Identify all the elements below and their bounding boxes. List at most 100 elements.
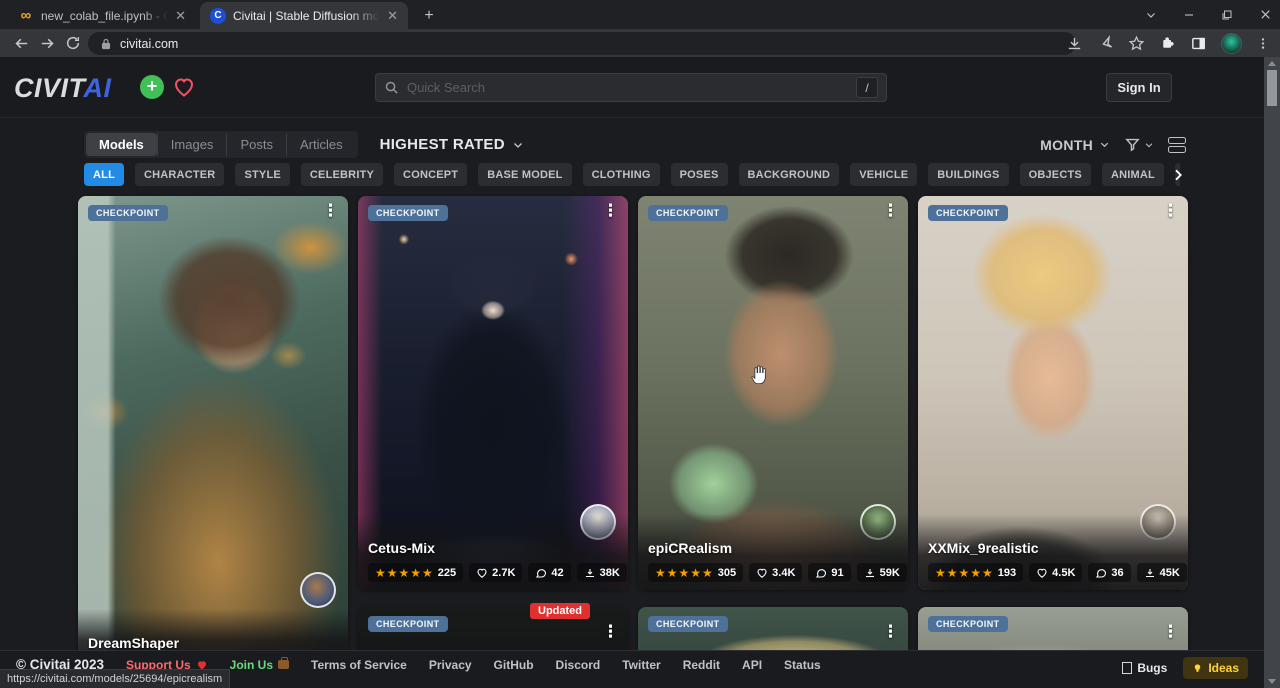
card-menu-icon[interactable]: ⋮ [882, 623, 899, 640]
address-bar[interactable]: civitai.com [88, 32, 1076, 55]
model-card-dreamshaper[interactable]: CHECKPOINT ⋮ DreamShaper [78, 196, 348, 666]
category-chip[interactable]: CHARACTER [135, 163, 224, 186]
forward-button[interactable] [34, 35, 60, 52]
category-chip[interactable]: BUILDINGS [928, 163, 1008, 186]
layout-toggle-icon[interactable] [1168, 137, 1186, 153]
comments-count: 42 [551, 567, 563, 579]
model-title: Cetus-Mix [368, 540, 618, 556]
tab-posts[interactable]: Posts [226, 133, 286, 156]
civitai-logo[interactable]: CIVITAI [14, 73, 112, 104]
footer-link-api[interactable]: API [742, 658, 762, 672]
sort-dropdown[interactable]: HIGHEST RATED [380, 136, 524, 153]
card-overlay: XXMix_9realistic ★★★★★ 193 4.5K 36 [918, 514, 1188, 590]
footer-link-terms[interactable]: Terms of Service [311, 658, 407, 672]
model-title: XXMix_9realistic [928, 540, 1178, 556]
model-card-epicrealism[interactable]: CHECKPOINT ⋮ epiCRealism ★★★★★ 305 3.4K … [638, 196, 908, 590]
window-maximize-button[interactable] [1221, 9, 1233, 21]
sign-in-button[interactable]: Sign In [1106, 73, 1172, 102]
period-dropdown[interactable]: MONTH [1040, 137, 1110, 153]
tab-articles[interactable]: Articles [286, 133, 356, 156]
ideas-button[interactable]: Ideas [1183, 657, 1248, 679]
footer-link-discord[interactable]: Discord [556, 658, 601, 672]
new-tab-button[interactable]: + [420, 7, 438, 25]
rating-count: 305 [718, 567, 736, 579]
card-menu-icon[interactable]: ⋮ [882, 202, 899, 219]
extensions-puzzle-icon[interactable] [1159, 35, 1176, 52]
footer-link-reddit[interactable]: Reddit [683, 658, 720, 672]
scrollbar-up-arrow[interactable] [1268, 61, 1276, 66]
model-title: epiCRealism [648, 540, 898, 556]
search-input[interactable] [407, 80, 856, 95]
window-minimize-button[interactable] [1183, 9, 1195, 21]
card-menu-icon[interactable]: ⋮ [602, 623, 619, 640]
quick-search-box[interactable]: / [375, 73, 887, 102]
comments-count: 91 [831, 567, 843, 579]
browser-profile-avatar[interactable] [1221, 33, 1242, 54]
lightbulb-icon [1192, 662, 1203, 675]
model-card-cetus-mix[interactable]: CHECKPOINT ⋮ Cetus-Mix ★★★★★ 225 2.7K 42 [358, 196, 628, 590]
comments-count: 36 [1111, 567, 1123, 579]
model-card-xxmix[interactable]: CHECKPOINT ⋮ XXMix_9realistic ★★★★★ 193 … [918, 196, 1188, 590]
category-chip[interactable]: BASE MODEL [478, 163, 571, 186]
share-icon[interactable] [1097, 35, 1114, 52]
card-menu-icon[interactable]: ⋮ [1162, 623, 1179, 640]
footer-link-github[interactable]: GitHub [494, 658, 534, 672]
rating-count: 225 [438, 567, 456, 579]
side-panel-icon[interactable] [1190, 35, 1207, 52]
colab-favicon-icon: ∞ [18, 8, 34, 24]
category-chip[interactable]: ANIMAL [1102, 163, 1164, 186]
footer-link-privacy[interactable]: Privacy [429, 658, 472, 672]
category-chip[interactable]: POSES [671, 163, 728, 186]
browser-menu-kebab-icon[interactable] [1256, 36, 1270, 51]
scrollbar-thumb[interactable] [1267, 70, 1277, 106]
downloads-count: 59K [880, 567, 900, 579]
card-menu-icon[interactable]: ⋮ [1162, 202, 1179, 219]
chips-scroll-right-icon[interactable] [1168, 165, 1188, 185]
card-stats-row: ★★★★★ 305 3.4K 91 59K [648, 563, 898, 582]
likes-count: 2.7K [492, 567, 515, 579]
tab-title: new_colab_file.ipynb - Colaborat [41, 9, 168, 23]
browser-tab-civitai[interactable]: C Civitai | Stable Diffusion models, ✕ [200, 2, 408, 29]
likes-pill: 3.4K [749, 563, 802, 582]
creator-avatar[interactable] [300, 572, 336, 608]
reload-button[interactable] [60, 35, 86, 51]
tab-models[interactable]: Models [86, 133, 157, 156]
page-scrollbar[interactable] [1264, 57, 1280, 688]
footer-link-twitter[interactable]: Twitter [622, 658, 660, 672]
bookmark-star-icon[interactable] [1128, 35, 1145, 52]
filter-dropdown[interactable] [1124, 136, 1154, 153]
footer-link-join-us[interactable]: Join Us [230, 658, 289, 672]
bugs-link[interactable]: Bugs [1122, 661, 1167, 675]
card-menu-icon[interactable]: ⋮ [322, 202, 339, 219]
downloads-pill: 59K [857, 563, 907, 582]
tab-images[interactable]: Images [157, 133, 227, 156]
card-overlay: epiCRealism ★★★★★ 305 3.4K 91 59K [638, 514, 908, 590]
window-close-button[interactable] [1259, 8, 1272, 21]
browser-toolbar: civitai.com [0, 29, 1280, 57]
category-chip-all[interactable]: ALL [84, 163, 124, 186]
category-chip[interactable]: CONCEPT [394, 163, 467, 186]
category-chip[interactable]: STYLE [235, 163, 289, 186]
category-chip[interactable]: VEHICLE [850, 163, 917, 186]
upload-plus-button[interactable]: + [140, 75, 164, 99]
back-button[interactable] [8, 35, 34, 52]
model-type-badge: CHECKPOINT [648, 205, 728, 221]
favorites-heart-icon[interactable] [172, 75, 196, 99]
heart-icon [756, 567, 768, 579]
scrollbar-down-arrow[interactable] [1268, 679, 1276, 684]
comment-icon [1095, 567, 1107, 579]
tab-close-icon[interactable]: ✕ [387, 8, 398, 24]
category-chip[interactable]: BACKGROUND [739, 163, 840, 186]
category-chip[interactable]: CLOTHING [583, 163, 660, 186]
card-menu-icon[interactable]: ⋮ [602, 202, 619, 219]
download-icon[interactable] [1066, 35, 1083, 52]
model-type-badge: CHECKPOINT [88, 205, 168, 221]
browser-tab-colab[interactable]: ∞ new_colab_file.ipynb - Colaborat ✕ [8, 2, 196, 29]
updated-badge: Updated [530, 603, 590, 619]
category-chip[interactable]: OBJECTS [1020, 163, 1091, 186]
tab-search-chevron-icon[interactable] [1145, 9, 1157, 21]
footer-link-status[interactable]: Status [784, 658, 821, 672]
category-chip[interactable]: CELEBRITY [301, 163, 383, 186]
tab-close-icon[interactable]: ✕ [175, 8, 186, 24]
status-url-text: https://civitai.com/models/25694/epicrea… [7, 673, 222, 685]
